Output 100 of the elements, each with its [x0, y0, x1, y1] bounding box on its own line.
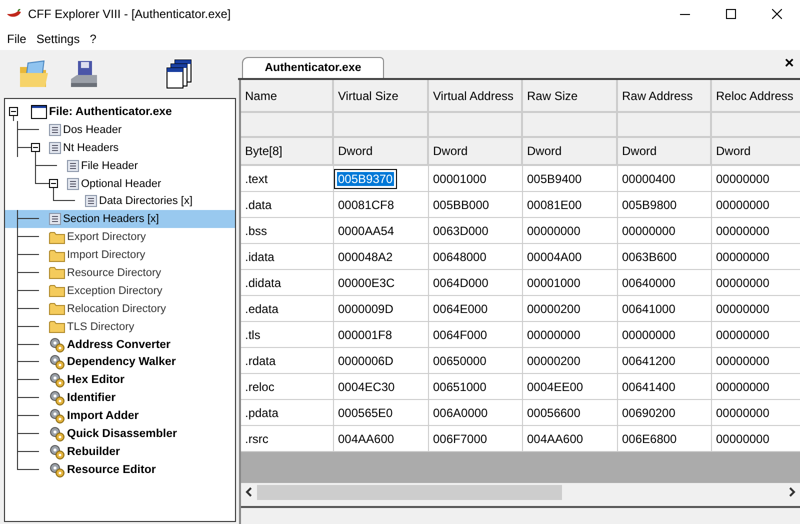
table-cell[interactable]: .rsrc: [241, 426, 334, 452]
table-cell[interactable]: 00001000: [523, 270, 618, 296]
tree-item[interactable]: File: Authenticator.exe: [5, 103, 235, 121]
table-cell[interactable]: .text: [241, 166, 334, 192]
table-cell[interactable]: 006E6800: [618, 426, 712, 452]
tree-item[interactable]: Quick Disassembler: [5, 425, 235, 443]
collapse-icon[interactable]: [49, 178, 58, 188]
table-cell[interactable]: 00081CF8: [334, 192, 429, 218]
table-cell[interactable]: .didata: [241, 270, 334, 296]
tree-item[interactable]: File Header: [5, 156, 235, 175]
table-cell[interactable]: 005BB000: [429, 192, 523, 218]
close-icon[interactable]: [772, 9, 782, 19]
table-cell[interactable]: 00000000: [618, 322, 712, 348]
tree-item[interactable]: Section Headers [x]: [5, 210, 235, 228]
tree-item[interactable]: Relocation Directory: [5, 300, 235, 318]
tree-item[interactable]: Exception Directory: [5, 282, 235, 300]
tree-item[interactable]: Optional Header: [5, 174, 235, 192]
table-cell[interactable]: 00650000: [429, 348, 523, 374]
table-cell[interactable]: .edata: [241, 296, 334, 322]
column-header[interactable]: Raw Size: [523, 80, 618, 113]
table-cell[interactable]: 00000000: [523, 322, 618, 348]
table-cell[interactable]: 00000200: [523, 296, 618, 322]
column-header[interactable]: Virtual Address: [429, 80, 523, 113]
table-cell[interactable]: 00000000: [712, 348, 800, 374]
table-cell[interactable]: 004AA600: [334, 426, 429, 452]
table-cell[interactable]: 0064D000: [429, 270, 523, 296]
table-cell[interactable]: 00000000: [618, 218, 712, 244]
table-cell[interactable]: .data: [241, 192, 334, 218]
table-cell[interactable]: 00641000: [618, 296, 712, 322]
tree-item[interactable]: Export Directory: [5, 228, 235, 246]
collapse-icon[interactable]: [9, 107, 18, 116]
tree-item[interactable]: Dos Header: [5, 120, 235, 139]
table-cell[interactable]: 00056600: [523, 400, 618, 426]
tree-item[interactable]: Resource Editor: [5, 460, 235, 479]
tree-item[interactable]: Identifier: [5, 389, 235, 408]
table-cell[interactable]: 0004EC30: [334, 374, 429, 400]
table-cell[interactable]: 00081E00: [523, 192, 618, 218]
menu-item[interactable]: ?: [84, 32, 102, 46]
table-cell[interactable]: 00000000: [712, 270, 800, 296]
table-cell[interactable]: 0000AA54: [334, 218, 429, 244]
table-cell[interactable]: 00640000: [618, 270, 712, 296]
table-cell[interactable]: 00000000: [712, 400, 800, 426]
table-cell[interactable]: 0064F000: [429, 322, 523, 348]
table-cell[interactable]: 00000000: [712, 374, 800, 400]
column-header[interactable]: Name: [241, 80, 334, 113]
collapse-icon[interactable]: [31, 142, 40, 152]
table-cell[interactable]: .reloc: [241, 374, 334, 400]
tree-item[interactable]: Import Adder: [5, 407, 235, 426]
table-cell[interactable]: .tls: [241, 322, 334, 348]
tree-item[interactable]: Data Directories [x]: [5, 192, 235, 210]
table-cell[interactable]: 0004EE00: [523, 374, 618, 400]
menu-item[interactable]: File: [2, 32, 32, 46]
table-cell[interactable]: 00641400: [618, 374, 712, 400]
tree-item[interactable]: Address Converter: [5, 336, 235, 354]
table-cell[interactable]: .pdata: [241, 400, 334, 426]
tree-item[interactable]: Hex Editor: [5, 371, 235, 390]
file-tab[interactable]: Authenticator.exe: [242, 57, 384, 78]
table-cell[interactable]: .rdata: [241, 348, 334, 374]
table-cell[interactable]: 00000000: [712, 218, 800, 244]
table-cell[interactable]: 0000009D: [334, 296, 429, 322]
tree-item[interactable]: Nt Headers: [5, 138, 235, 157]
maximize-icon[interactable]: [726, 9, 736, 19]
table-cell[interactable]: 0000006D: [334, 348, 429, 374]
table-cell[interactable]: 000048A2: [334, 244, 429, 270]
table-cell[interactable]: 00648000: [429, 244, 523, 270]
table-cell[interactable]: 00690200: [618, 400, 712, 426]
table-cell[interactable]: 00000000: [712, 296, 800, 322]
table-cell[interactable]: 00000000: [712, 244, 800, 270]
tree-item[interactable]: TLS Directory: [5, 318, 235, 336]
table-cell[interactable]: 0064E000: [429, 296, 523, 322]
table-cell[interactable]: 006F7000: [429, 426, 523, 452]
tree-item[interactable]: Rebuilder: [5, 442, 235, 461]
table-cell[interactable]: .bss: [241, 218, 334, 244]
table-cell[interactable]: 00000000: [712, 192, 800, 218]
table-cell[interactable]: 00000400: [618, 166, 712, 192]
close-tab-button[interactable]: ×: [784, 55, 794, 73]
table-cell[interactable]: 00000000: [712, 166, 800, 192]
table-cell[interactable]: 00000E3C: [334, 270, 429, 296]
table-cell[interactable]: 000001F8: [334, 322, 429, 348]
column-header[interactable]: Raw Address: [618, 80, 712, 113]
table-cell[interactable]: 0063B600: [618, 244, 712, 270]
table-cell[interactable]: 00641200: [618, 348, 712, 374]
table-cell[interactable]: 00000200: [523, 348, 618, 374]
menu-item[interactable]: Settings: [31, 32, 85, 46]
table-cell[interactable]: 005B9400: [523, 166, 618, 192]
table-cell[interactable]: 0063D000: [429, 218, 523, 244]
column-header[interactable]: Virtual Size: [334, 80, 429, 113]
table-cell[interactable]: 005B9800: [618, 192, 712, 218]
table-cell[interactable]: 00651000: [429, 374, 523, 400]
table-cell[interactable]: 00000000: [712, 322, 800, 348]
table-cell[interactable]: 004AA600: [523, 426, 618, 452]
table-cell[interactable]: 00000000: [712, 426, 800, 452]
table-cell[interactable]: 00004A00: [523, 244, 618, 270]
table-cell[interactable]: 00000000: [523, 218, 618, 244]
column-header[interactable]: Reloc Address: [712, 80, 800, 113]
tree-item[interactable]: Resource Directory: [5, 264, 235, 282]
table-cell[interactable]: .idata: [241, 244, 334, 270]
table-cell[interactable]: 000565E0: [334, 400, 429, 426]
table-cell[interactable]: 00001000: [429, 166, 523, 192]
tree-item[interactable]: Dependency Walker: [5, 353, 235, 372]
